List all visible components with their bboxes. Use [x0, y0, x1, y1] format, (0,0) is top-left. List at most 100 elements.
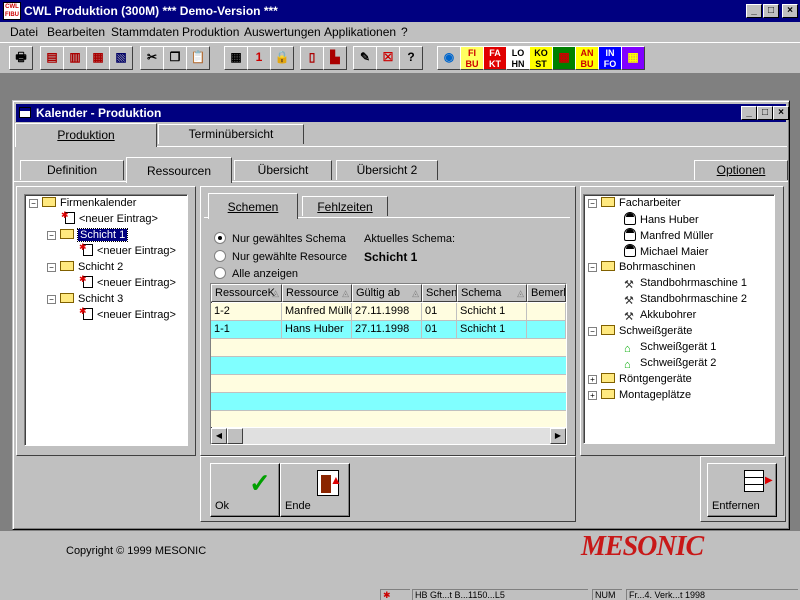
tool-button-3[interactable]: ▦ [86, 46, 110, 70]
calendar-tree[interactable]: − Firmenkalender <neuer Eintrag> −Schicht… [24, 194, 188, 446]
lohn-button[interactable]: LO HN [506, 46, 530, 70]
tree-item-schweissgeraet-2[interactable]: ⌂ Schweißgerät 2 [624, 356, 716, 371]
fibu-button[interactable]: FI BU [460, 46, 484, 70]
column-header-schemanr[interactable]: Schen [422, 284, 457, 302]
calendar-button[interactable]: 1 [247, 46, 271, 70]
globe-button[interactable]: ◉ [437, 46, 461, 70]
table-row[interactable] [211, 375, 566, 393]
tab-uebersicht[interactable]: Übersicht [234, 160, 332, 180]
tree-item-schweissgeraet-1[interactable]: ⌂ Schweißgerät 1 [624, 340, 716, 355]
horizontal-scrollbar[interactable]: ◀ ▶ [211, 428, 566, 444]
table-row[interactable] [211, 393, 566, 411]
tree-group-schweissgeraete[interactable]: − Schweißgeräte [588, 324, 692, 339]
collapse-icon[interactable]: − [47, 295, 56, 304]
table-row[interactable] [211, 339, 566, 357]
tab-ressourcen[interactable]: Ressourcen [126, 157, 232, 183]
tab-produktion[interactable]: Produktion [15, 123, 157, 147]
column-header-bemerkung[interactable]: Bemerk [527, 284, 566, 302]
tab-schemen[interactable]: Schemen [208, 193, 298, 219]
menu-auswertungen[interactable]: Auswertungen [244, 25, 321, 39]
info-button[interactable]: IN FO [598, 46, 622, 70]
maximize-button[interactable]: □ [763, 4, 779, 18]
extra-button[interactable]: ▦ [621, 46, 645, 70]
table-row[interactable]: 1-2 Manfred Mülle 27.11.1998 01 Schicht … [211, 303, 566, 321]
column-header-ressource[interactable]: Ressource ◬ [282, 284, 352, 302]
child-minimize-button[interactable]: _ [741, 106, 757, 120]
tree-node-new-entry-1[interactable]: <neuer Eintrag> [79, 240, 176, 259]
tab-optionen[interactable]: Optionen [694, 160, 788, 180]
collapse-icon[interactable]: − [588, 327, 597, 336]
tree-node-firmenkalender[interactable]: − Firmenkalender [29, 196, 136, 211]
column-header-gueltig-ab[interactable]: Gültig ab ◬ [352, 284, 422, 302]
calculator-button[interactable]: ▦ [224, 46, 248, 70]
menu-stammdaten[interactable]: Stammdaten [111, 25, 179, 39]
tree-group-bohrmaschinen[interactable]: − Bohrmaschinen [588, 260, 695, 275]
tab-definition[interactable]: Definition [20, 160, 124, 180]
collapse-icon[interactable]: − [29, 199, 38, 208]
tool-button-1[interactable]: ▤ [40, 46, 64, 70]
lock-button[interactable]: 🔒 [270, 46, 294, 70]
paste-button[interactable]: 📋 [186, 46, 210, 70]
window-icon[interactable] [19, 107, 31, 118]
radio-show-all[interactable]: Alle anzeigen [214, 267, 298, 280]
print-button[interactable]: 🖶 [9, 46, 33, 70]
child-maximize-button[interactable]: □ [757, 106, 773, 120]
end-button[interactable]: ▲ Ende [280, 463, 350, 517]
table-row[interactable]: 1-1 Hans Huber 27.11.1998 01 Schicht 1 [211, 321, 566, 339]
child-close-button[interactable]: × [773, 106, 789, 120]
tree-node-new-entry-2[interactable]: <neuer Eintrag> [79, 272, 176, 291]
radio-selected-schema[interactable]: Nur gewähltes Schema [214, 232, 346, 245]
scroll-thumb[interactable] [227, 428, 243, 444]
tool-button-2[interactable]: ▥ [63, 46, 87, 70]
anbu-button[interactable]: AN BU [575, 46, 599, 70]
menu-help[interactable]: ? [401, 25, 408, 39]
tab-uebersicht-2[interactable]: Übersicht 2 [336, 160, 438, 180]
copy-button[interactable]: ❐ [163, 46, 187, 70]
app-icon[interactable]: CWL FIBU [3, 2, 21, 20]
table-row[interactable] [211, 411, 566, 427]
cut-button[interactable]: ✂ [140, 46, 164, 70]
tab-fehlzeiten[interactable]: Fehlzeiten [302, 196, 388, 216]
column-header-schema[interactable]: Schema ◬ [457, 284, 527, 302]
tree-item-manfred-mueller[interactable]: Manfred Müller [624, 228, 713, 243]
tree-item-standbohrmaschine-2[interactable]: ⚒ Standbohrmaschine 2 [624, 292, 747, 307]
tool-button-4[interactable]: ▧ [109, 46, 133, 70]
tool-button-5[interactable]: ▯ [300, 46, 324, 70]
menu-datei[interactable]: Datei [10, 25, 38, 39]
expand-icon[interactable]: + [588, 375, 597, 384]
tree-item-michael-maier[interactable]: Michael Maier [624, 244, 708, 259]
resource-table[interactable]: RessourceK ◬ Ressource ◬ Gültig ab ◬ Schen … [210, 283, 567, 445]
scroll-right-button[interactable]: ▶ [550, 428, 566, 444]
collapse-icon[interactable]: − [47, 263, 56, 272]
menu-bearbeiten[interactable]: Bearbeiten [47, 25, 105, 39]
resource-tree[interactable]: − Facharbeiter Hans Huber Manfred Müller … [583, 194, 775, 444]
kost-button[interactable]: KO ST [529, 46, 553, 70]
tree-node-new-entry-3[interactable]: <neuer Eintrag> [79, 304, 176, 323]
tree-item-hans-huber[interactable]: Hans Huber [624, 212, 699, 227]
tab-terminuebersicht[interactable]: Terminübersicht [158, 124, 304, 144]
expand-icon[interactable]: + [588, 391, 597, 400]
tree-item-akkubohrer[interactable]: ⚒ Akkubohrer [624, 308, 696, 323]
ok-button[interactable]: ✓ Ok [210, 463, 280, 517]
tree-group-roentgengeraete[interactable]: + Röntgengeräte [588, 372, 692, 387]
collapse-icon[interactable]: − [588, 199, 597, 208]
fakt-button[interactable]: FA KT [483, 46, 507, 70]
minimize-button[interactable]: _ [746, 4, 762, 18]
tree-node-schicht-1[interactable]: − Schicht 1 [47, 228, 129, 243]
menu-applikationen[interactable]: Applikationen [324, 25, 396, 39]
tree-group-montageplaetze[interactable]: + Montageplätze [588, 388, 691, 403]
column-header-ressourcek[interactable]: RessourceK ◬ [211, 284, 282, 302]
tree-item-standbohrmaschine-1[interactable]: ⚒ Standbohrmaschine 1 [624, 276, 747, 291]
tree-node-new-entry[interactable]: <neuer Eintrag> [61, 208, 158, 227]
radio-selected-resource[interactable]: Nur gewählte Resource [214, 250, 347, 263]
scroll-left-button[interactable]: ◀ [211, 428, 227, 444]
collapse-icon[interactable]: − [588, 263, 597, 272]
help-button[interactable]: ? [399, 46, 423, 70]
remove-button[interactable]: ▶ Entfernen [707, 463, 777, 517]
table-row[interactable] [211, 357, 566, 375]
menu-produktion[interactable]: Produktion [182, 25, 239, 39]
notes-button[interactable]: ✎ [353, 46, 377, 70]
collapse-icon[interactable]: − [47, 231, 56, 240]
delete-button[interactable]: ☒ [376, 46, 400, 70]
close-button[interactable]: × [782, 4, 798, 18]
